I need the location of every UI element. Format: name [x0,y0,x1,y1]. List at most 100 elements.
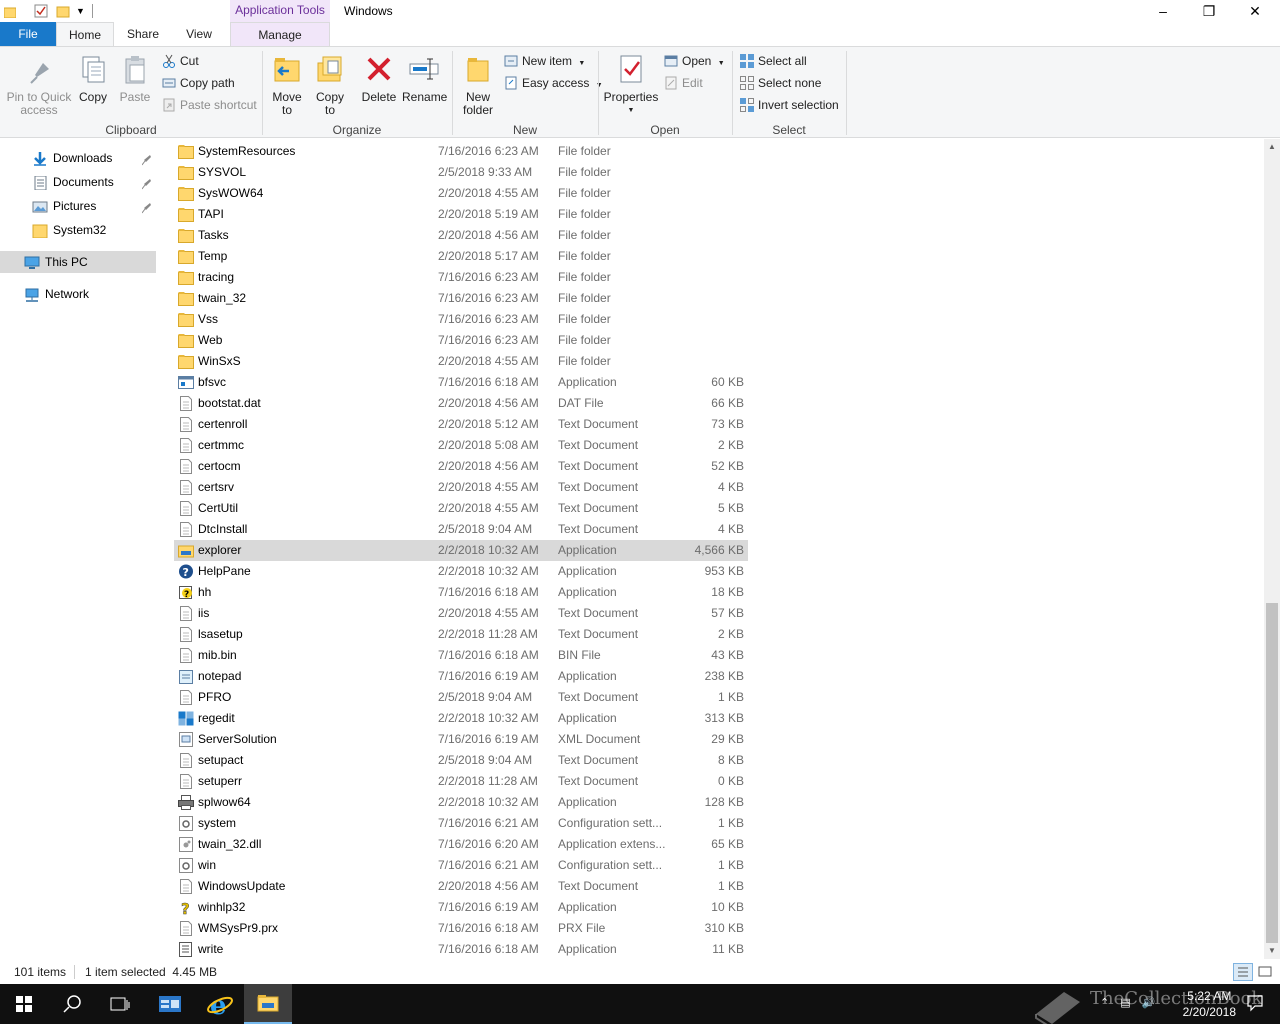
action-center-icon[interactable] [1246,994,1264,1012]
nav-item-documents[interactable]: Documents [0,171,156,193]
customize-quick-access-icon[interactable]: ▼ [76,6,86,16]
file-row[interactable]: setuperr 2/2/2018 11:28 AM Text Document 0 … [174,771,748,792]
file-row[interactable]: SYSVOL 2/5/2018 9:33 AM File folder [174,162,748,183]
large-icons-view-icon[interactable] [1257,964,1273,980]
tab-file[interactable]: File [0,22,56,46]
properties-quick-icon[interactable] [34,4,48,18]
file-row[interactable]: Temp 2/20/2018 5:17 AM File folder [174,246,748,267]
file-size: 1 KB [717,690,744,704]
restore-button[interactable]: ❐ [1186,0,1232,22]
edit-button[interactable]: Edit [662,73,703,93]
volume-icon[interactable]: 🔊 [1142,997,1156,1009]
tab-view[interactable]: View [172,22,226,46]
file-row[interactable]: certocm 2/20/2018 4:56 AM Text Document 52 … [174,456,748,477]
file-row[interactable]: SysWOW64 2/20/2018 4:55 AM File folder [174,183,748,204]
file-row[interactable]: TAPI 2/20/2018 5:19 AM File folder [174,204,748,225]
start-button[interactable] [0,984,48,1024]
file-type: File folder [558,249,611,263]
easy-access-button[interactable]: Easy access ▼ [502,73,603,93]
task-view-button[interactable] [96,984,144,1024]
file-row[interactable]: splwow64 2/2/2018 10:32 AM Application 128 … [174,792,748,813]
select-all-button[interactable]: Select all [738,51,807,71]
file-row[interactable]: lsasetup 2/2/2018 11:28 AM Text Document 2 … [174,624,748,645]
new-folder-button[interactable]: New folder [458,51,498,117]
tab-manage[interactable]: Manage [230,22,330,46]
tab-home[interactable]: Home [56,22,114,46]
cut-button[interactable]: Cut [160,51,199,71]
file-row[interactable]: notepad 7/16/2016 6:19 AM Application 238 K… [174,666,748,687]
paste-button[interactable]: Paste [116,51,154,104]
file-row[interactable]: explorer 2/2/2018 10:32 AM Application 4,56… [174,540,748,561]
file-row[interactable]: Vss 7/16/2016 6:23 AM File folder [174,309,748,330]
file-row[interactable]: twain_32.dll 7/16/2016 6:20 AM Application… [174,834,748,855]
file-row[interactable]: CertUtil 2/20/2018 4:55 AM Text Document 5 … [174,498,748,519]
file-row[interactable]: ? hh 7/16/2016 6:18 AM Application 18 KB [174,582,748,603]
file-row[interactable]: Tasks 2/20/2018 4:56 AM File folder [174,225,748,246]
nav-item-system32[interactable]: System32 [0,219,156,241]
vertical-scrollbar[interactable]: ▲ ▼ [1264,139,1280,959]
file-row[interactable]: WinSxS 2/20/2018 4:55 AM File folder [174,351,748,372]
show-hidden-icons-icon[interactable]: ⌃ [1100,997,1109,1009]
file-explorer-button[interactable] [244,984,292,1024]
new-item-button[interactable]: New item ▼ [502,51,585,71]
file-row[interactable]: certenroll 2/20/2018 5:12 AM Text Document… [174,414,748,435]
file-row[interactable]: ? HelpPane 2/2/2018 10:32 AM Application 953… [174,561,748,582]
pin-icon[interactable] [141,199,152,214]
file-row[interactable]: write 7/16/2016 6:18 AM Application 11 KB [174,939,748,959]
file-row[interactable]: bootstat.dat 2/20/2018 4:56 AM DAT File 66 … [174,393,748,414]
minimize-button[interactable]: – [1140,0,1186,22]
file-row[interactable]: WMSysPr9.prx 7/16/2016 6:18 AM PRX File 310… [174,918,748,939]
rename-button[interactable]: Rename [402,51,447,104]
pin-to-quick-access-button[interactable]: Pin to Quick access [4,51,74,117]
file-row[interactable]: ServerSolution 7/16/2016 6:19 AM XML Docum… [174,729,748,750]
invert-selection-button[interactable]: Invert selection [738,95,839,115]
move-to-button[interactable]: Move to [268,51,306,117]
details-view-icon[interactable] [1233,963,1253,981]
file-row[interactable]: setupact 2/5/2018 9:04 AM Text Document 8 K… [174,750,748,771]
file-date-modified: 7/16/2016 6:23 AM [438,144,539,158]
open-button[interactable]: Open ▼ [662,51,725,71]
copy-to-button[interactable]: Copy to [310,51,350,117]
scroll-up-icon[interactable]: ▲ [1264,139,1280,155]
this-pc-icon [24,255,40,269]
file-row[interactable]: tracing 7/16/2016 6:23 AM File folder [174,267,748,288]
file-row[interactable]: WindowsUpdate 2/20/2018 4:56 AM Text Docum… [174,876,748,897]
copy-button[interactable]: Copy [76,51,110,104]
scroll-down-icon[interactable]: ▼ [1264,943,1280,959]
network-status-icon[interactable]: ▤ [1120,997,1130,1009]
clock[interactable]: 5:22 AM 2/20/2018 [1183,988,1236,1020]
file-size: 313 KB [704,711,744,725]
tab-share[interactable]: Share [116,22,170,46]
file-row[interactable]: bfsvc 7/16/2016 6:18 AM Application 60 KB [174,372,748,393]
file-row[interactable]: certsrv 2/20/2018 4:55 AM Text Document 4 K… [174,477,748,498]
delete-button[interactable]: Delete [358,51,400,104]
properties-button[interactable]: Properties ▼ [602,51,660,117]
pin-icon[interactable] [141,175,152,190]
nav-item-network[interactable]: Network [0,283,156,305]
file-row[interactable]: Web 7/16/2016 6:23 AM File folder [174,330,748,351]
nav-item-downloads[interactable]: Downloads [0,147,156,169]
select-none-button[interactable]: Select none [738,73,821,93]
file-row[interactable]: mib.bin 7/16/2016 6:18 AM BIN File 43 KB [174,645,748,666]
pin-icon[interactable] [141,151,152,166]
new-folder-quick-icon[interactable] [56,4,70,18]
file-row[interactable]: system 7/16/2016 6:21 AM Configuration set… [174,813,748,834]
file-row[interactable]: twain_32 7/16/2016 6:23 AM File folder [174,288,748,309]
file-row[interactable]: PFRO 2/5/2018 9:04 AM Text Document 1 KB [174,687,748,708]
nav-item-pictures[interactable]: Pictures [0,195,156,217]
file-row[interactable]: ? winhlp32 7/16/2016 6:19 AM Application 10 … [174,897,748,919]
server-manager-button[interactable] [146,984,194,1024]
file-row[interactable]: DtcInstall 2/5/2018 9:04 AM Text Document 4… [174,519,748,540]
copy-path-button[interactable]: Copy path [160,73,235,93]
internet-explorer-button[interactable]: e [196,984,244,1024]
search-button[interactable] [48,984,96,1024]
file-row[interactable]: iis 2/20/2018 4:55 AM Text Document 57 KB [174,603,748,624]
file-row[interactable]: certmmc 2/20/2018 5:08 AM Text Document 2 K… [174,435,748,456]
file-row[interactable]: SystemResources 7/16/2016 6:23 AM File fol… [174,141,748,162]
scrollbar-thumb[interactable] [1266,603,1278,943]
nav-item-this-pc[interactable]: This PC [0,251,156,273]
file-row[interactable]: regedit 2/2/2018 10:32 AM Application 313 K… [174,708,748,729]
file-row[interactable]: win 7/16/2016 6:21 AM Configuration sett..… [174,855,748,876]
close-button[interactable]: ✕ [1232,0,1278,22]
paste-shortcut-button[interactable]: Paste shortcut [160,95,257,115]
